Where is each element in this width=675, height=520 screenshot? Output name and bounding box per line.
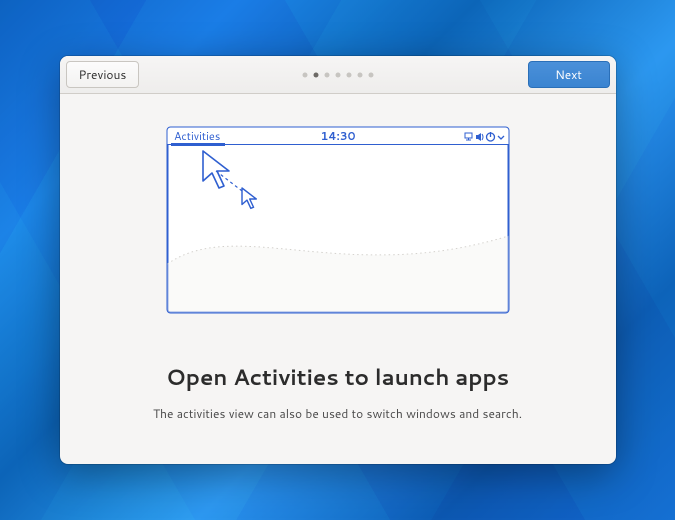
next-button[interactable]: Next (528, 61, 610, 88)
previous-button[interactable]: Previous (66, 61, 140, 88)
page-dot[interactable] (313, 72, 318, 77)
page-subtext: The activities view can also be used to … (153, 405, 522, 422)
illustration-clock: 14:30 (320, 128, 355, 144)
onboarding-window: Previous Next (60, 56, 616, 464)
page-dot[interactable] (302, 72, 307, 77)
desktop-wallpaper: Previous Next (0, 0, 675, 520)
content-area: Activities 14:30 (60, 94, 616, 464)
page-heading: Open Activities to launch apps (166, 362, 509, 393)
headerbar: Previous Next (60, 56, 616, 94)
page-dot[interactable] (324, 72, 329, 77)
illustration-activities-text: Activities (174, 128, 220, 144)
page-dots (302, 72, 373, 77)
page-dot[interactable] (357, 72, 362, 77)
page-dot[interactable] (335, 72, 340, 77)
activities-illustration: Activities 14:30 (166, 126, 510, 314)
page-dot[interactable] (368, 72, 373, 77)
page-dot[interactable] (346, 72, 351, 77)
